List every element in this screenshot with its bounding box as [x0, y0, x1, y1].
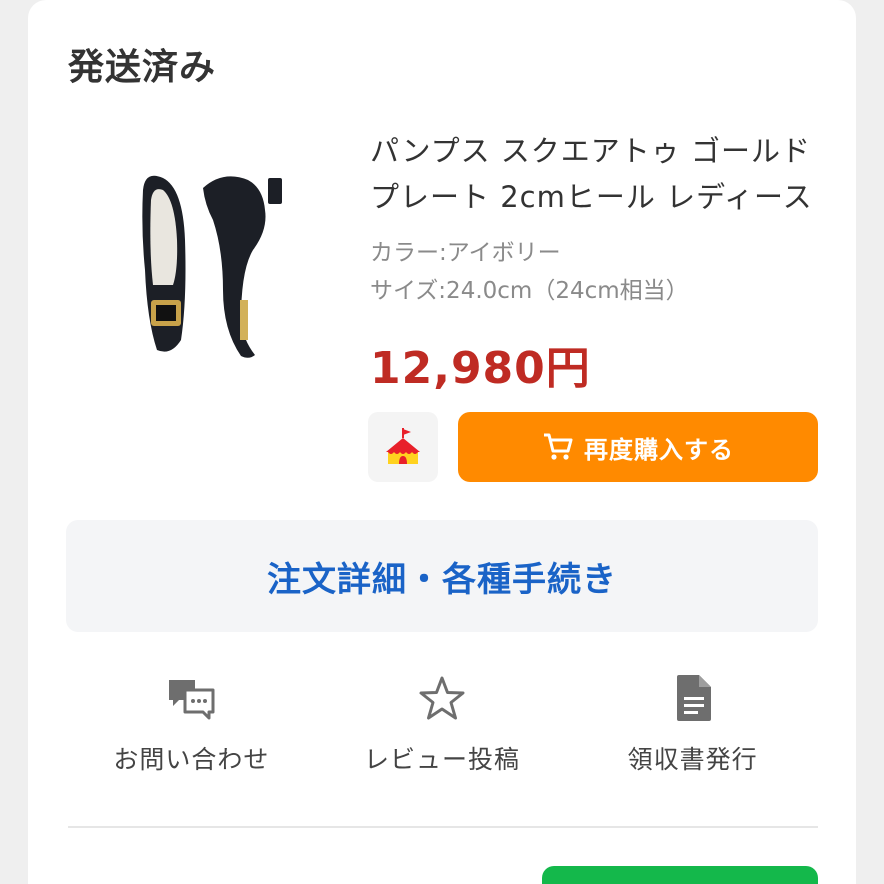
review-button[interactable]: レビュー投稿 — [317, 670, 568, 790]
shoe-image — [142, 175, 282, 358]
receipt-label: 領収書発行 — [627, 745, 758, 774]
product-price: 12,980円 — [370, 343, 591, 394]
divider — [68, 826, 818, 828]
chat-bubbles-icon — [163, 670, 219, 726]
action-row: お問い合わせ レビュー投稿 領収書発行 — [66, 670, 818, 790]
order-detail-label: 注文詳細・各種手続き — [267, 559, 617, 600]
contact-button[interactable]: お問い合わせ — [66, 670, 317, 790]
receipt-button[interactable]: 領収書発行 — [567, 670, 818, 790]
order-card: 発送済み パンプス スクエアトゥ ゴールドプレート 2cmヒール レディース カ… — [28, 0, 856, 884]
circus-tent-icon — [386, 428, 420, 464]
contact-label: お問い合わせ — [113, 745, 270, 774]
shop-button[interactable] — [368, 412, 438, 482]
rebuy-button[interactable]: 再度購入する — [458, 412, 818, 482]
cart-icon — [544, 433, 573, 460]
order-detail-button[interactable]: 注文詳細・各種手続き — [66, 520, 818, 632]
review-label: レビュー投稿 — [364, 745, 521, 774]
product-size: サイズ:24.0cm（24cm相当） — [370, 278, 689, 304]
green-action-button[interactable] — [542, 866, 818, 884]
product-image[interactable] — [123, 160, 313, 360]
document-icon — [665, 670, 721, 726]
product-color: カラー:アイボリー — [370, 240, 561, 266]
order-status-title: 発送済み — [68, 47, 217, 88]
rebuy-label: 再度購入する — [584, 435, 734, 464]
star-icon — [414, 670, 470, 726]
product-name[interactable]: パンプス スクエアトゥ ゴールドプレート 2cmヒール レディース — [370, 128, 820, 220]
